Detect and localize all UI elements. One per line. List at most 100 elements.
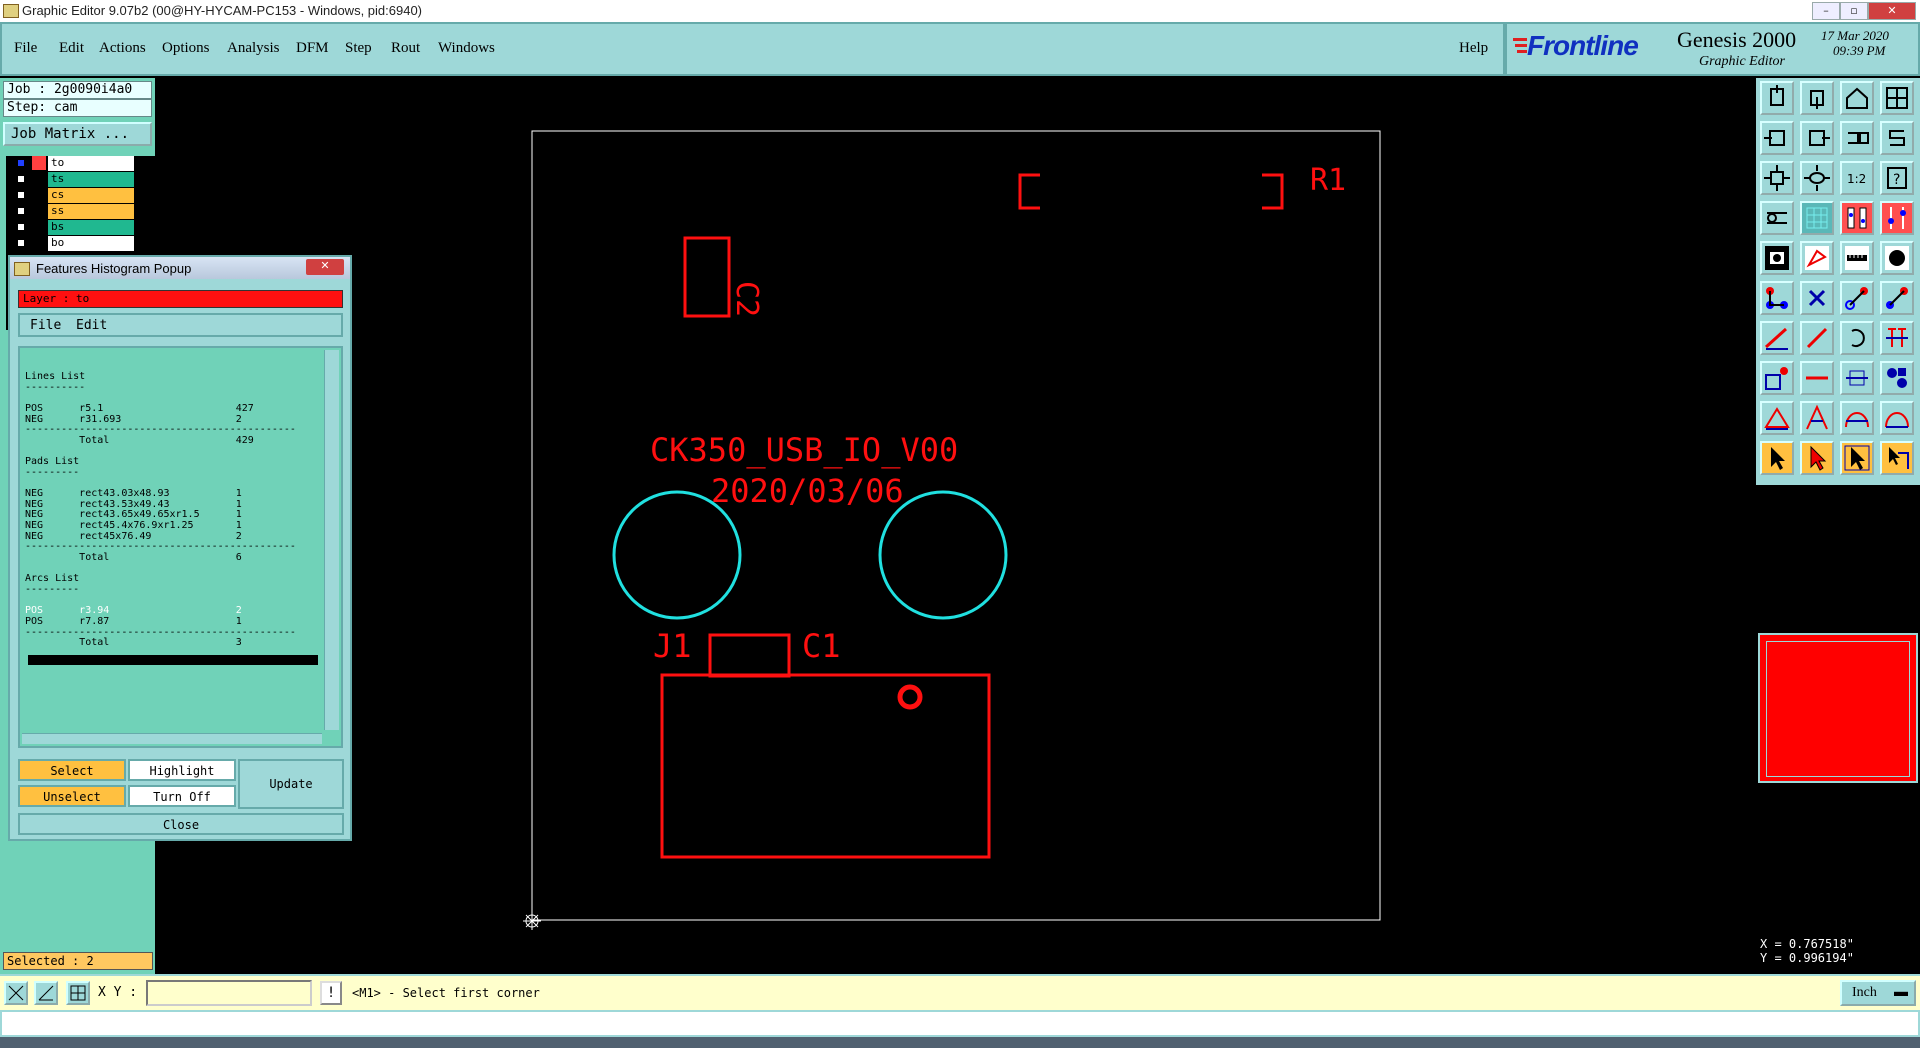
menu-analysis[interactable]: Analysis: [227, 40, 280, 57]
diagonal-line-icon[interactable]: [1800, 321, 1834, 355]
layer-row-ss[interactable]: ss: [12, 204, 134, 219]
job-matrix-button[interactable]: Job Matrix ...: [3, 122, 152, 146]
layer-checkbox[interactable]: [16, 238, 26, 248]
unselect-button[interactable]: Unselect: [18, 785, 126, 807]
view-pan-icon[interactable]: [1800, 81, 1834, 115]
board-name-text[interactable]: CK350_USB_IO_V00: [650, 431, 958, 469]
layer-colors-icon[interactable]: [1840, 201, 1874, 235]
popup-menu-file[interactable]: File: [30, 318, 61, 333]
help-icon[interactable]: ?: [1880, 161, 1914, 195]
copy-feature-icon[interactable]: [1760, 361, 1794, 395]
turn-off-button[interactable]: Turn Off: [128, 785, 236, 807]
histogram-line[interactable]: Total 3: [25, 636, 242, 649]
shape-edit-icon[interactable]: [1800, 241, 1834, 275]
fit-profile-icon[interactable]: [1800, 161, 1834, 195]
zoom-left-icon[interactable]: [1760, 121, 1794, 155]
minimize-button[interactable]: –: [1812, 2, 1840, 20]
xy-input[interactable]: [146, 980, 312, 1006]
snap-icon[interactable]: [1760, 201, 1794, 235]
close-window-button[interactable]: ✕: [1868, 2, 1916, 20]
s-curve-icon[interactable]: [1880, 121, 1914, 155]
menu-dfm[interactable]: DFM: [296, 40, 329, 57]
update-button[interactable]: Update: [238, 759, 344, 809]
zoom-right-icon[interactable]: [1800, 121, 1834, 155]
popup-menu-edit[interactable]: Edit: [76, 318, 107, 333]
camera-icon[interactable]: [1760, 241, 1794, 275]
fit-screen-icon[interactable]: [1760, 161, 1794, 195]
popup-layer-label: Layer : to: [18, 290, 343, 308]
arc-icon[interactable]: [1840, 321, 1874, 355]
overview-map[interactable]: [1758, 633, 1918, 783]
layer-row-to[interactable]: to: [12, 156, 134, 171]
menu-windows[interactable]: Windows: [438, 40, 495, 57]
horizontal-scrollbar[interactable]: [22, 733, 322, 744]
layer-checkbox[interactable]: [16, 206, 26, 216]
line-segment-icon[interactable]: [1800, 361, 1834, 395]
histogram-list[interactable]: Lines List ---------- POS r5.1 427 NEG r31.…: [18, 346, 343, 748]
measure-icon[interactable]: [4, 981, 28, 1005]
view-home-icon[interactable]: [1760, 81, 1794, 115]
layer-name: ts: [48, 172, 134, 187]
overview-view-rect[interactable]: [1766, 641, 1910, 777]
layer-sliders-icon[interactable]: [1880, 201, 1914, 235]
pointer-route-icon[interactable]: [1880, 441, 1914, 475]
menu-options[interactable]: Options: [162, 40, 210, 57]
maximize-button[interactable]: ▫: [1840, 2, 1868, 20]
graphic-canvas[interactable]: R1 C2 CK350_USB_IO_V00 2020/03/06 J1 C1: [155, 78, 1755, 973]
histogram-line[interactable]: ---------: [25, 466, 79, 479]
draw-line-icon[interactable]: [1760, 321, 1794, 355]
info-icon[interactable]: !: [320, 981, 342, 1005]
histogram-line[interactable]: Total 6: [25, 551, 242, 564]
layer-row-ts[interactable]: ts: [12, 172, 134, 187]
layer-checkbox[interactable]: [16, 158, 26, 168]
layer-row-cs[interactable]: cs: [12, 188, 134, 203]
grid-window-icon[interactable]: [1880, 81, 1914, 115]
pointer-select-icon[interactable]: [1800, 441, 1834, 475]
grid-icon[interactable]: [1800, 201, 1834, 235]
menu-actions[interactable]: Actions: [99, 40, 146, 57]
grid-snap-icon[interactable]: [66, 981, 90, 1005]
histogram-line[interactable]: ---------: [25, 583, 79, 596]
pointer-icon[interactable]: [1760, 441, 1794, 475]
step-name: Step: cam: [3, 99, 152, 117]
pad-icon[interactable]: [1880, 241, 1914, 275]
highlight-button[interactable]: Highlight: [128, 759, 236, 781]
scale-1to2-icon[interactable]: 1:2: [1840, 161, 1874, 195]
layer-checkbox[interactable]: [16, 174, 26, 184]
layer-checkbox[interactable]: [16, 222, 26, 232]
house-icon[interactable]: [1840, 81, 1874, 115]
menu-file[interactable]: File: [14, 40, 37, 57]
layer-row-bs[interactable]: bs: [12, 220, 134, 235]
menu-rout[interactable]: Rout: [391, 40, 420, 57]
arc-shape-icon[interactable]: [1840, 401, 1874, 435]
menu-edit[interactable]: Edit: [59, 40, 84, 57]
ruler-icon[interactable]: [1840, 241, 1874, 275]
delete-node-icon[interactable]: [1800, 281, 1834, 315]
histogram-line[interactable]: Total 429: [25, 434, 254, 447]
menu-step[interactable]: Step: [345, 40, 372, 57]
text-edit-icon[interactable]: [1880, 321, 1914, 355]
histogram-line[interactable]: ----------: [25, 381, 85, 394]
layer-row-bo[interactable]: bo: [12, 236, 134, 251]
triangle-a-icon[interactable]: [1800, 401, 1834, 435]
canvas-background[interactable]: [155, 78, 1755, 973]
popup-close-icon[interactable]: ✕: [306, 259, 344, 275]
move-node-icon[interactable]: [1880, 281, 1914, 315]
add-line-icon[interactable]: [1840, 281, 1874, 315]
close-button[interactable]: Close: [18, 813, 344, 835]
pattern-icon[interactable]: [1880, 361, 1914, 395]
units-selector[interactable]: Inch ▬: [1840, 980, 1916, 1006]
pointer-area-icon[interactable]: [1840, 441, 1874, 475]
triangle-cut-icon[interactable]: [1760, 401, 1794, 435]
layer-checkbox[interactable]: [16, 190, 26, 200]
board-date-text[interactable]: 2020/03/06: [711, 472, 904, 510]
connect-nodes-icon[interactable]: [1760, 281, 1794, 315]
swap-icon[interactable]: [1840, 121, 1874, 155]
angle-icon[interactable]: [34, 981, 58, 1005]
dimension-icon[interactable]: [1840, 361, 1874, 395]
vertical-scrollbar[interactable]: [324, 350, 339, 730]
arc-cut-icon[interactable]: [1880, 401, 1914, 435]
brand-area: Frontline Genesis 2000 Graphic Editor 17…: [1505, 22, 1920, 76]
select-button[interactable]: Select: [18, 759, 126, 781]
menu-help[interactable]: Help: [1459, 40, 1488, 57]
